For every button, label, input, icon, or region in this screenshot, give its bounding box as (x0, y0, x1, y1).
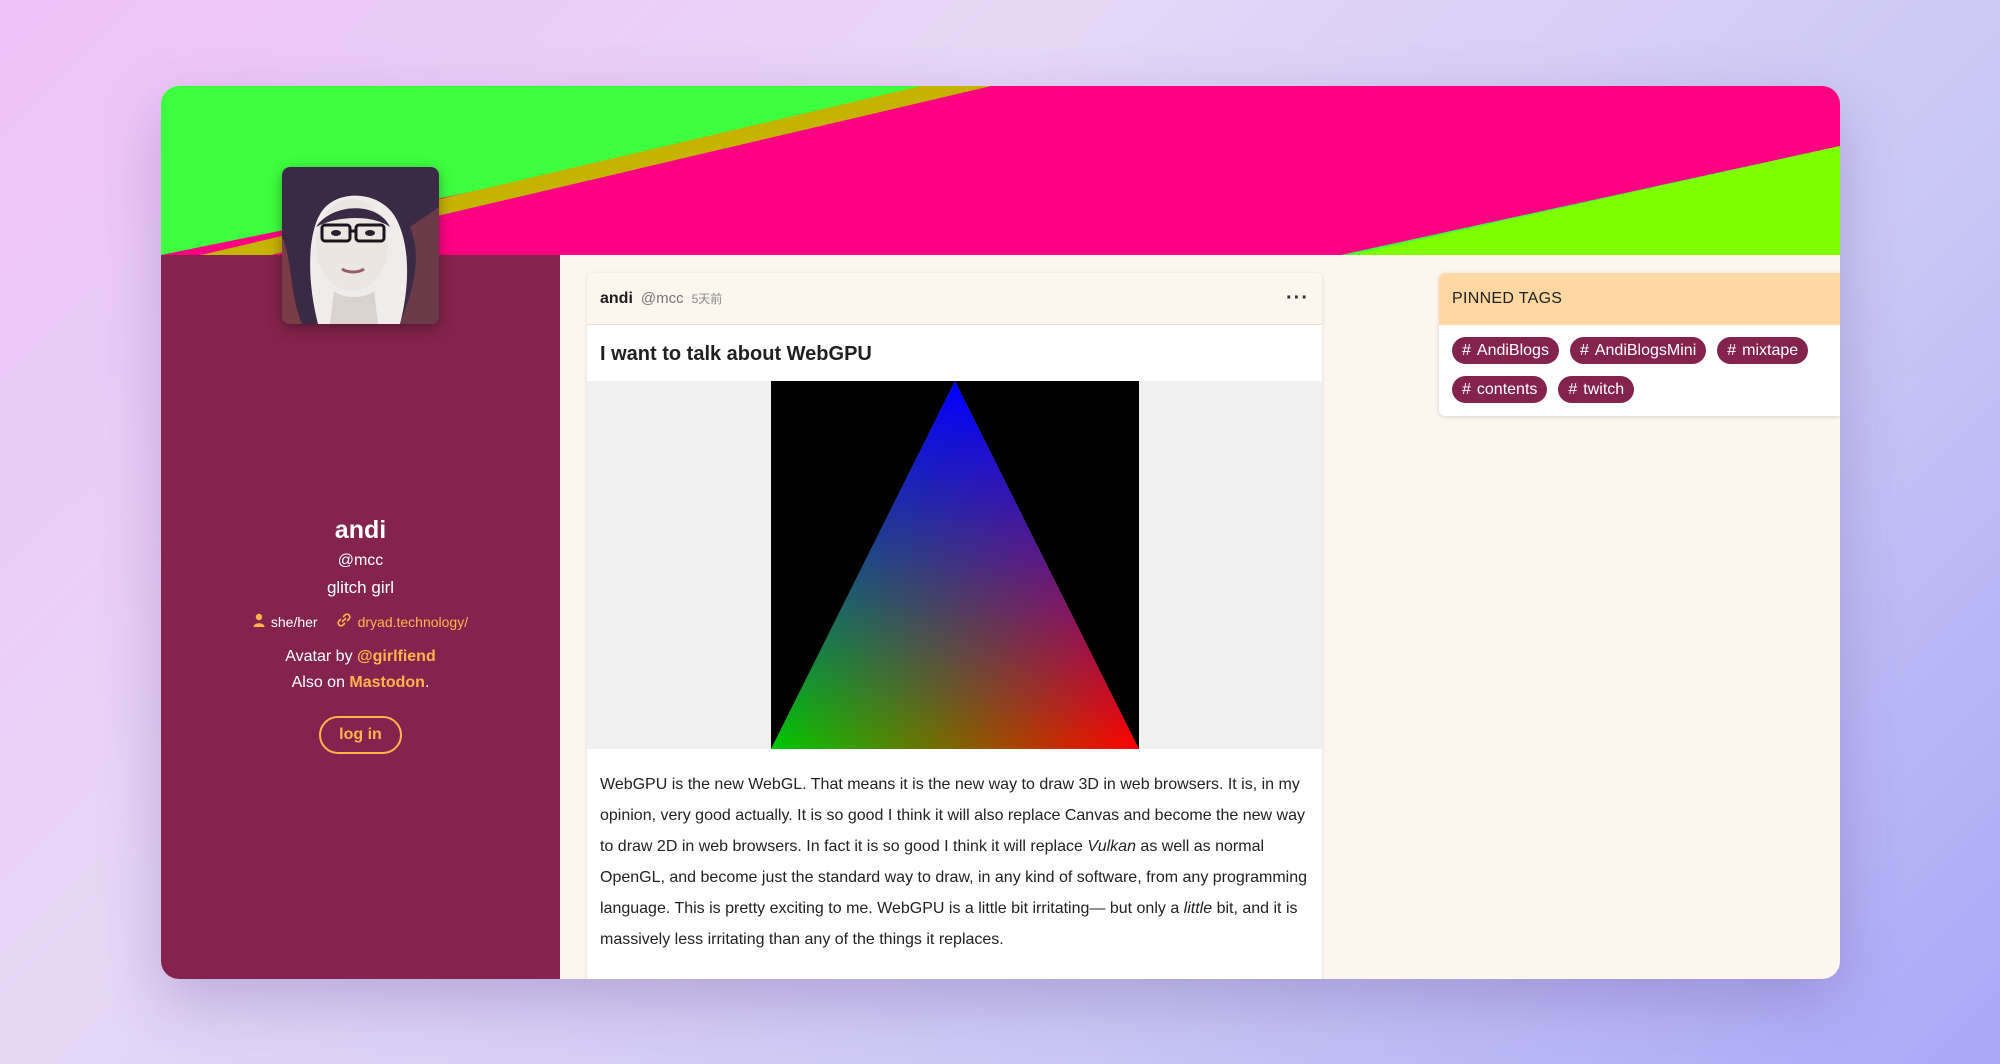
tag-label: twitch (1583, 380, 1625, 398)
hash-icon: # (1568, 380, 1578, 398)
link-icon (336, 612, 352, 632)
avatar-credit-prefix: Avatar by (285, 648, 358, 665)
website-text: dryad.technology/ (357, 614, 469, 630)
tag-twitch[interactable]: # twitch (1558, 376, 1635, 403)
profile-description: glitch girl (326, 578, 395, 597)
website-link[interactable]: dryad.technology/ (336, 612, 469, 632)
tag-andiblogs[interactable]: # AndiBlogs (1452, 337, 1559, 364)
post-handle[interactable]: @mcc (641, 290, 684, 307)
post-header: andi @mcc 5天前 ··· (587, 273, 1322, 325)
hash-icon: # (1727, 341, 1737, 359)
also-on-suffix: . (424, 674, 430, 691)
tag-label: AndiBlogs (1476, 341, 1549, 359)
tag-label: mixtape (1742, 341, 1799, 359)
post-title: I want to talk about WebGPU (600, 343, 872, 365)
post-author[interactable]: andi (600, 290, 633, 308)
pinned-tags-title: PINNED TAGS (1439, 273, 1840, 325)
profile-credits: Avatar by @girlfiend Also on Mastodon. (161, 644, 560, 696)
hash-icon: # (1462, 341, 1471, 359)
post-body-emphasis-2: little (1183, 900, 1213, 917)
pinned-tags-list: # AndiBlogs # AndiBlogsMini # mixtape # cont… (1439, 325, 1840, 403)
hash-icon: # (1462, 380, 1471, 398)
mastodon-link[interactable]: Mastodon (349, 674, 425, 691)
app-window: andi @mcc glitch girl she/her dryad.tech… (161, 86, 1840, 979)
tag-label: contents (1476, 380, 1538, 398)
profile-sidebar: andi @mcc glitch girl she/her dryad.tech… (161, 255, 560, 979)
profile-info: andi @mcc glitch girl she/her dryad.tech… (161, 515, 560, 754)
pronouns-item: she/her (253, 613, 318, 631)
tag-mixtape[interactable]: # mixtape (1717, 337, 1809, 364)
post-image[interactable] (587, 381, 1322, 749)
more-options-button[interactable]: ··· (1286, 287, 1309, 310)
avatar (282, 167, 439, 324)
post-body: WebGPU is the new WebGL. That means it i… (587, 749, 1322, 955)
post-time[interactable]: 5天前 (692, 290, 723, 307)
also-on-prefix: Also on (291, 674, 350, 691)
avatar-credit: Avatar by @girlfiend (161, 644, 560, 670)
hash-icon: # (1579, 341, 1589, 359)
tag-label: AndiBlogsMini (1594, 341, 1697, 359)
tag-contents[interactable]: # contents (1452, 376, 1548, 403)
pronouns-text: she/her (270, 614, 318, 630)
profile-name: andi (334, 516, 387, 544)
person-icon (253, 613, 265, 631)
profile-handle: @mcc (337, 552, 384, 569)
avatar-credit-link[interactable]: @girlfiend (357, 648, 436, 665)
profile-meta: she/her dryad.technology/ (161, 612, 560, 632)
tag-andiblogsmini[interactable]: # AndiBlogsMini (1569, 337, 1707, 364)
post-card: andi @mcc 5天前 ··· I want to talk about W… (587, 273, 1322, 979)
post-body-emphasis-1: Vulkan (1087, 838, 1136, 855)
pinned-tags-panel: PINNED TAGS # AndiBlogs # AndiBlogsMini # m… (1439, 273, 1840, 416)
login-button[interactable]: log in (319, 716, 402, 754)
also-on: Also on Mastodon. (161, 670, 560, 696)
